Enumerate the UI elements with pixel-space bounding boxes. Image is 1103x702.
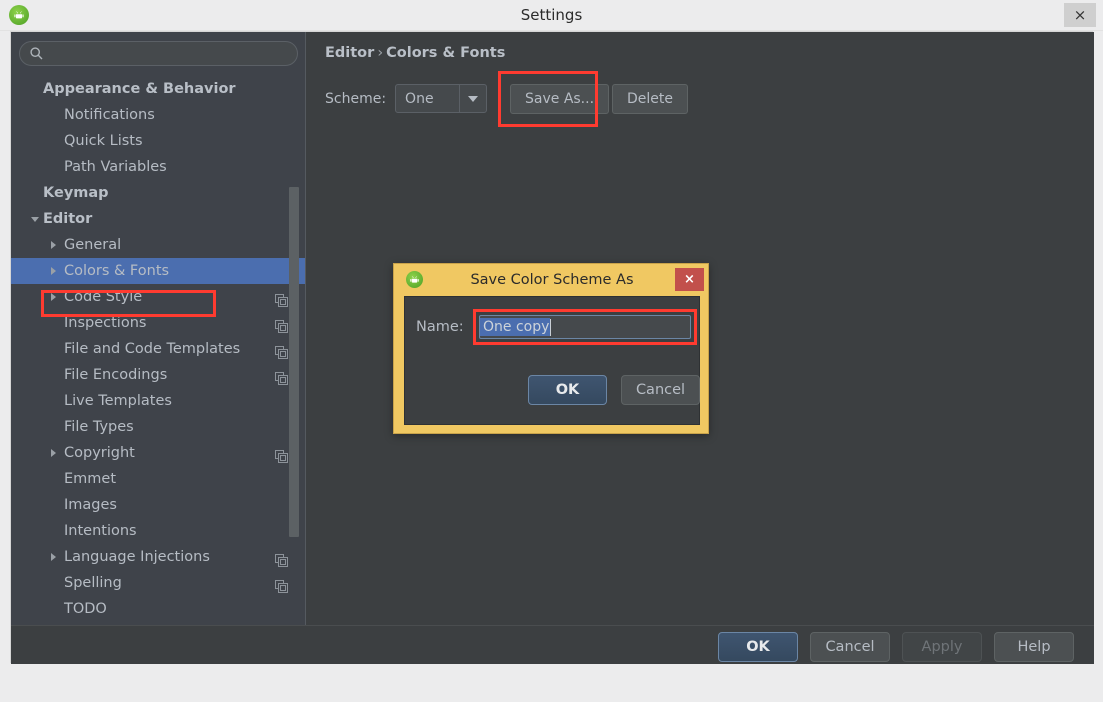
sidebar-item-label: Appearance & Behavior xyxy=(43,81,236,97)
sidebar-item-colors-fonts[interactable]: Colors & Fonts xyxy=(11,258,305,284)
sidebar-item-file-and-code-templates[interactable]: File and Code Templates xyxy=(11,336,305,362)
copy-scope-icon xyxy=(275,290,288,307)
sidebar-item-live-templates[interactable]: Live Templates xyxy=(11,388,305,414)
breadcrumb-parent[interactable]: Editor xyxy=(325,45,374,61)
sidebar-scrollbar-thumb[interactable] xyxy=(289,187,299,537)
sidebar-item-keymap[interactable]: Keymap xyxy=(11,180,305,206)
sidebar-item-quick-lists[interactable]: Quick Lists xyxy=(11,128,305,154)
sidebar-item-inspections[interactable]: Inspections xyxy=(11,310,305,336)
search-field-wrapper xyxy=(19,41,298,66)
chevron-right-icon[interactable] xyxy=(51,267,56,275)
sidebar-item-label: Editor xyxy=(43,211,93,227)
copy-scope-icon xyxy=(275,576,288,593)
sidebar-item-file-encodings[interactable]: File Encodings xyxy=(11,362,305,388)
breadcrumb-separator: › xyxy=(377,45,384,61)
sidebar-item-emmet[interactable]: Emmet xyxy=(11,466,305,492)
settings-window: Settings × Appearance & Behavior Notifica… xyxy=(0,0,1103,702)
sidebar-item-images[interactable]: Images xyxy=(11,492,305,518)
sidebar-item-label: Quick Lists xyxy=(64,133,143,149)
chevron-right-icon[interactable] xyxy=(51,241,56,249)
dialog-title: Save Color Scheme As xyxy=(470,272,634,288)
sidebar-item-spelling[interactable]: Spelling xyxy=(11,570,305,596)
sidebar-item-label: Emmet xyxy=(64,471,117,487)
copy-scope-icon xyxy=(275,316,288,333)
text-caret xyxy=(550,318,552,336)
sidebar-item-language-injections[interactable]: Language Injections xyxy=(11,544,305,570)
chevron-down-icon[interactable] xyxy=(459,85,486,112)
scheme-selected-value: One xyxy=(405,90,434,107)
sidebar-item-label: Language Injections xyxy=(64,549,210,565)
name-input[interactable]: One copy xyxy=(479,315,691,339)
scheme-label: Scheme: xyxy=(325,90,387,107)
sidebar-item-label: Keymap xyxy=(43,185,109,201)
copy-scope-icon xyxy=(275,550,288,567)
help-button[interactable]: Help xyxy=(994,632,1074,662)
save-as-button[interactable]: Save As... xyxy=(510,84,610,114)
sidebar-item-label: Notifications xyxy=(64,107,155,123)
sidebar-item-label: File Encodings xyxy=(64,367,168,383)
sidebar-item-path-variables[interactable]: Path Variables xyxy=(11,154,305,180)
sidebar-item-label: File and Code Templates xyxy=(64,341,241,357)
close-icon[interactable]: × xyxy=(1064,3,1096,27)
copy-scope-icon xyxy=(275,342,288,359)
sidebar-item-label: Images xyxy=(64,497,117,513)
copy-scope-icon xyxy=(275,446,288,463)
dialog-ok-button[interactable]: OK xyxy=(528,375,607,405)
dialog-button-bar: OK Cancel Apply Help xyxy=(11,625,1094,664)
cancel-button[interactable]: Cancel xyxy=(810,632,890,662)
sidebar-item-file-types[interactable]: File Types xyxy=(11,414,305,440)
dialog-titlebar: Save Color Scheme As × xyxy=(394,264,710,296)
save-color-scheme-dialog: Save Color Scheme As × Name: One copy OK… xyxy=(393,263,709,434)
sidebar-scrollbar-track[interactable] xyxy=(289,32,302,625)
sidebar-item-label: Copyright xyxy=(64,445,135,461)
window-title: Settings xyxy=(520,6,583,24)
sidebar-item-intentions[interactable]: Intentions xyxy=(11,518,305,544)
settings-tree: Appearance & Behavior Notifications Quick … xyxy=(11,76,305,625)
breadcrumb-current: Colors & Fonts xyxy=(386,45,506,61)
search-input[interactable] xyxy=(19,41,298,66)
sidebar-item-notifications[interactable]: Notifications xyxy=(11,102,305,128)
sidebar-item-label: General xyxy=(64,237,122,253)
dialog-cancel-button[interactable]: Cancel xyxy=(621,375,700,405)
settings-sidebar: Appearance & Behavior Notifications Quick … xyxy=(11,32,306,625)
sidebar-item-label: Live Templates xyxy=(64,393,172,409)
sidebar-item-code-style[interactable]: Code Style xyxy=(11,284,305,310)
sidebar-item-label: Spelling xyxy=(64,575,122,591)
scheme-row: Scheme: One xyxy=(325,84,488,113)
dialog-close-icon[interactable]: × xyxy=(675,268,704,291)
apply-button: Apply xyxy=(902,632,982,662)
sidebar-item-label: Intentions xyxy=(64,523,137,539)
copy-scope-icon xyxy=(275,368,288,385)
chevron-right-icon[interactable] xyxy=(51,449,56,457)
sidebar-item-copyright[interactable]: Copyright xyxy=(11,440,305,466)
name-input-value: One copy xyxy=(480,318,551,336)
chevron-down-icon[interactable] xyxy=(31,217,39,226)
chevron-right-icon[interactable] xyxy=(51,553,56,561)
window-titlebar: Settings × xyxy=(0,0,1103,31)
scheme-dropdown[interactable]: One xyxy=(395,84,488,113)
delete-button[interactable]: Delete xyxy=(612,84,688,114)
name-label: Name: xyxy=(416,319,464,335)
ok-button[interactable]: OK xyxy=(718,632,798,662)
sidebar-item-label: File Types xyxy=(64,419,134,435)
dialog-body: Name: One copy OK Cancel xyxy=(404,296,700,425)
breadcrumb: Editor › Colors & Fonts xyxy=(325,45,505,61)
sidebar-item-general[interactable]: General xyxy=(11,232,305,258)
chevron-right-icon[interactable] xyxy=(51,293,56,301)
sidebar-item-label: TODO xyxy=(64,601,107,617)
sidebar-item-editor[interactable]: Editor xyxy=(11,206,305,232)
sidebar-item-label: Inspections xyxy=(64,315,147,331)
sidebar-item-label: Colors & Fonts xyxy=(64,263,170,279)
sidebar-item-label: Code Style xyxy=(64,289,143,305)
sidebar-item-appearance-behavior[interactable]: Appearance & Behavior xyxy=(11,76,305,102)
sidebar-item-todo[interactable]: TODO xyxy=(11,596,305,622)
sidebar-item-label: Path Variables xyxy=(64,159,167,175)
